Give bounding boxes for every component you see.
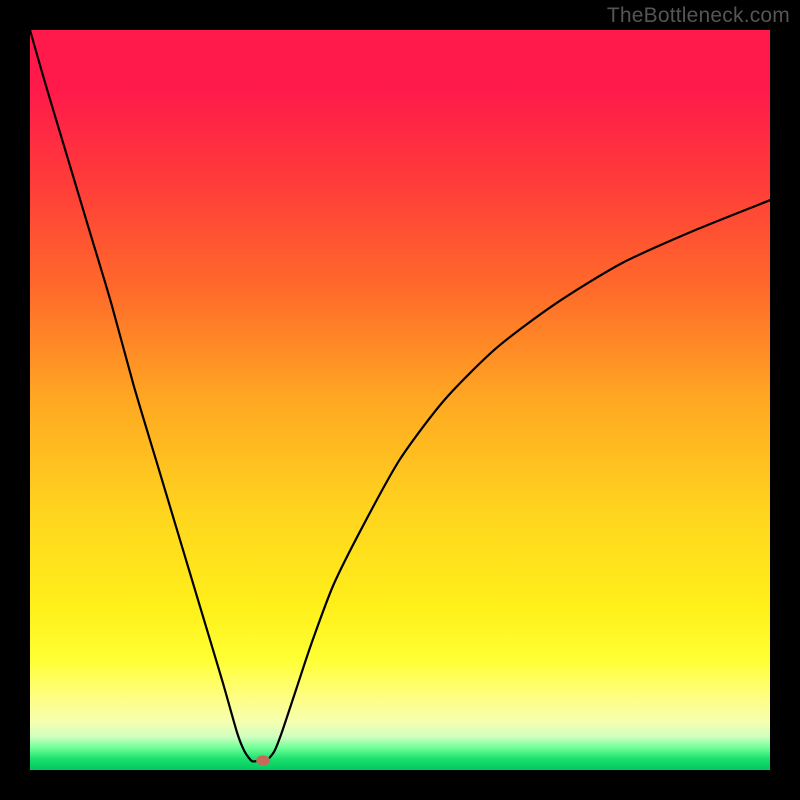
optimal-point-marker	[256, 755, 270, 765]
chart-frame: TheBottleneck.com	[0, 0, 800, 800]
bottleneck-curve	[30, 30, 770, 761]
plot-area	[30, 30, 770, 770]
curve-svg	[30, 30, 770, 770]
watermark-text: TheBottleneck.com	[607, 4, 790, 28]
